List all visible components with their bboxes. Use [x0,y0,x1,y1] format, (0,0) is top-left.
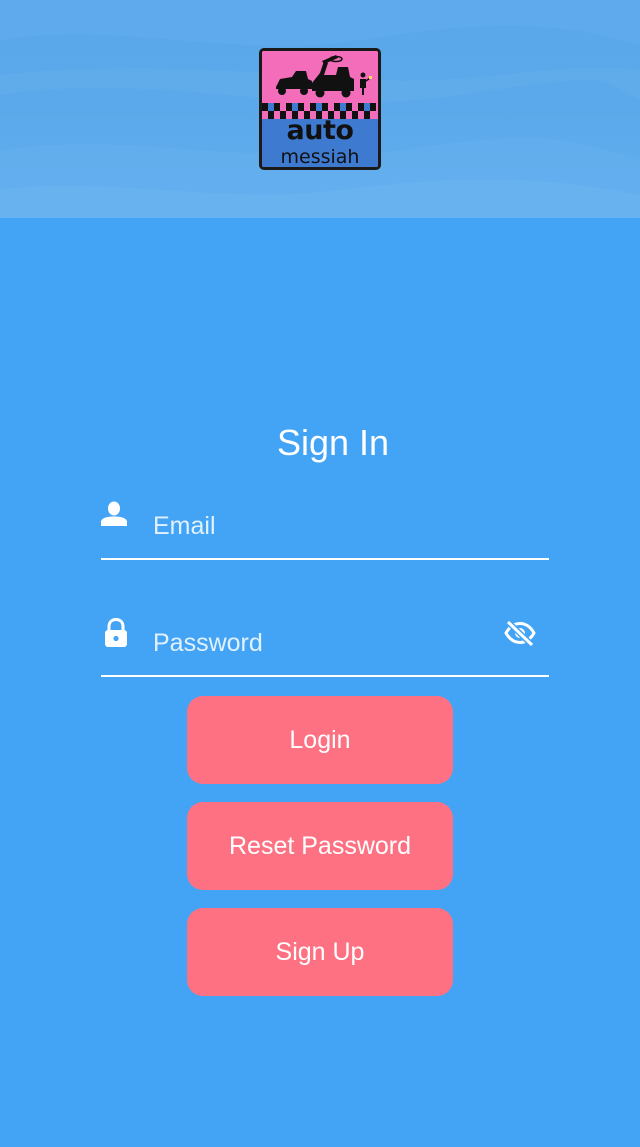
logo-word-auto: auto [286,115,354,146]
tow-truck-icon [276,55,372,98]
email-input[interactable] [153,494,499,558]
sign-up-button[interactable]: Sign Up [187,908,453,996]
password-field [101,612,549,677]
email-field [101,494,549,560]
eye-off-icon[interactable] [504,619,536,651]
lock-icon [104,617,128,653]
page-title: Sign In [276,422,390,463]
user-icon [101,500,127,531]
app-logo: auto messiah [259,48,381,170]
logo-top-panel [262,51,378,103]
password-input[interactable] [153,612,499,675]
login-button[interactable]: Login [187,696,453,784]
reset-password-button[interactable]: Reset Password [187,802,453,890]
logo-word-messiah: messiah [280,146,360,168]
header-banner: auto messiah [0,0,640,218]
